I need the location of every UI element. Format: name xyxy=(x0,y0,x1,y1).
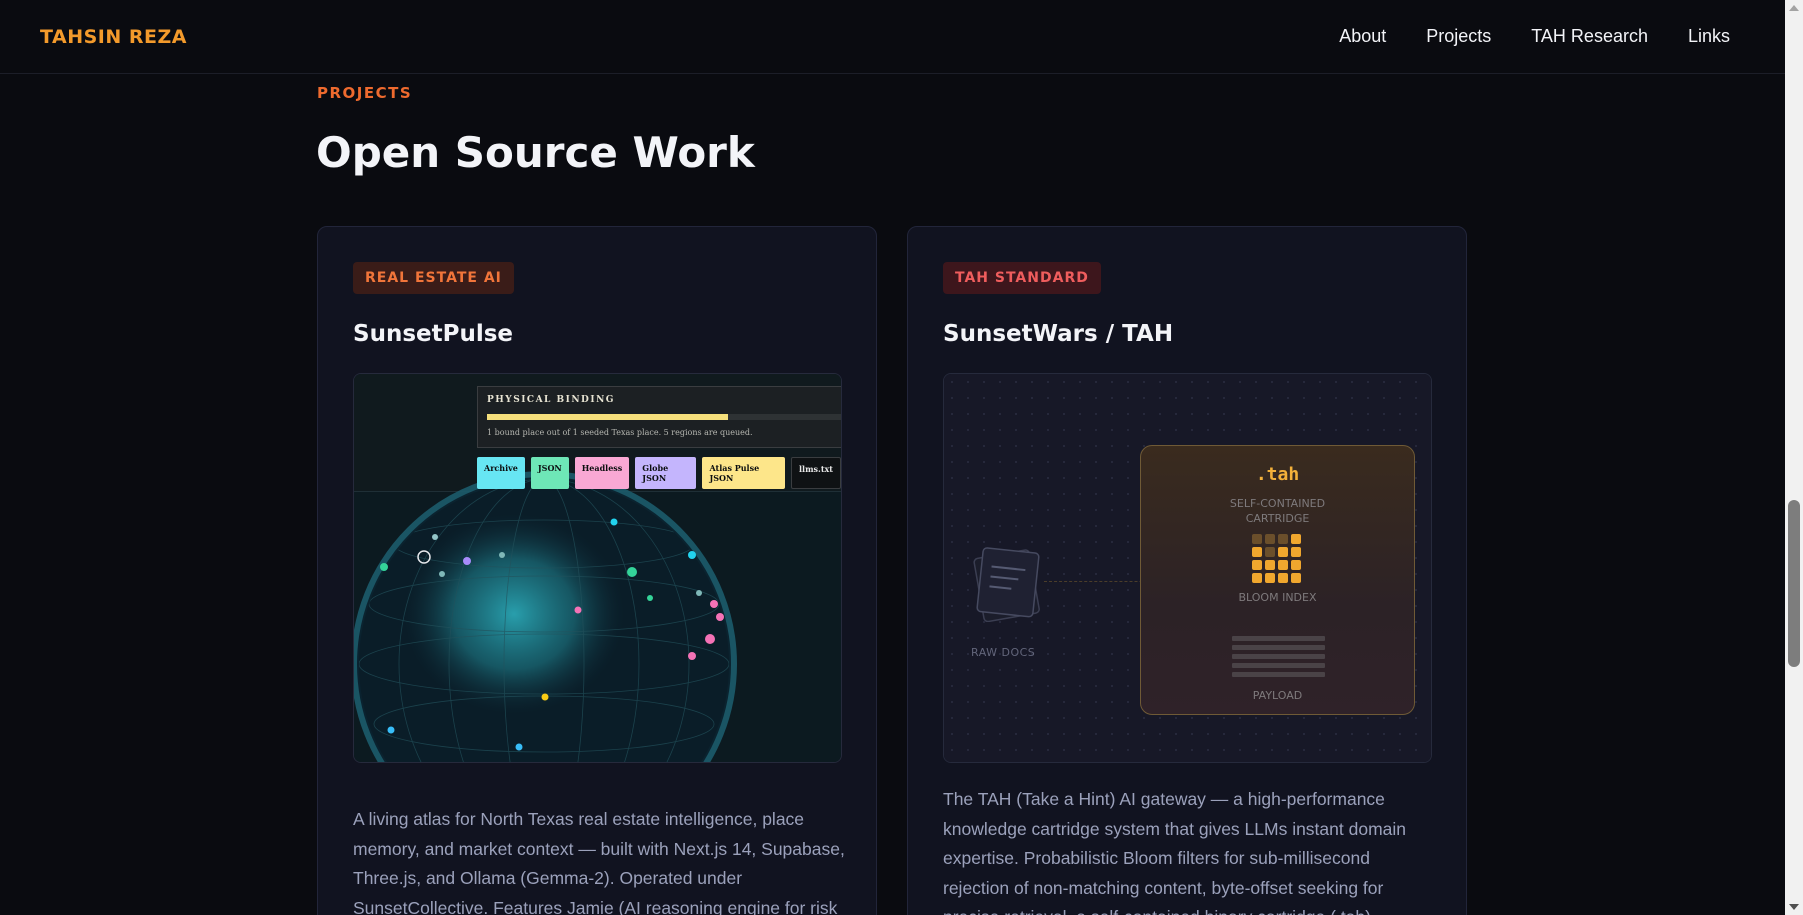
scroll-up-arrow-icon[interactable] xyxy=(1789,5,1799,11)
nav-about-link[interactable]: About xyxy=(1339,26,1386,47)
export-chip-globe-json[interactable]: Globe JSON xyxy=(635,457,697,489)
export-chip-headless[interactable]: Headless xyxy=(574,457,630,489)
panel-note: 1 bound place out of 1 seeded Texas plac… xyxy=(487,428,753,437)
project-preview-image[interactable]: PHYSICAL BINDING 1 bound place out of 1 … xyxy=(353,373,842,763)
export-chip-archive[interactable]: Archive xyxy=(477,457,525,489)
export-chips: Archive JSON Headless Globe JSON Atlas Pulse… xyxy=(477,457,841,489)
scroll-down-arrow-icon[interactable] xyxy=(1789,904,1799,910)
tah-cartridge: .tah SELF-CONTAINED CARTRIDGE BLOOM INDE… xyxy=(1140,445,1415,715)
project-card-sunsetwars-tah[interactable]: TAH STANDARD SunsetWars / TAH RAW DOCS .… xyxy=(907,226,1467,915)
project-description: A living atlas for North Texas real esta… xyxy=(353,809,845,915)
export-chip-json[interactable]: JSON xyxy=(530,457,569,489)
physical-binding-panel: PHYSICAL BINDING 1 bound place out of 1 … xyxy=(477,386,841,448)
section-eyebrow: PROJECTS xyxy=(317,84,413,102)
raw-docs-icon xyxy=(973,547,1040,622)
nav-projects-link[interactable]: Projects xyxy=(1426,26,1491,47)
bloom-index-grid xyxy=(1252,534,1301,583)
brand-logo[interactable]: TAHSIN REZA xyxy=(40,26,187,48)
export-chip-llms-txt[interactable]: llms.txt xyxy=(791,457,841,489)
section-title: Open Source Work xyxy=(316,128,755,177)
nav-links-link[interactable]: Links xyxy=(1688,26,1730,47)
payload-label: PAYLOAD xyxy=(1252,689,1303,702)
binding-progress-fill xyxy=(487,414,728,420)
main-nav: About Projects TAH Research Links xyxy=(1339,26,1730,47)
category-badge: REAL ESTATE AI xyxy=(353,262,514,294)
raw-docs-label: RAW DOCS xyxy=(971,646,1036,659)
nav-tah-research-link[interactable]: TAH Research xyxy=(1531,26,1648,47)
project-title[interactable]: SunsetPulse xyxy=(353,321,513,347)
page-scrollbar[interactable] xyxy=(1785,0,1803,915)
scrollbar-thumb[interactable] xyxy=(1788,500,1800,667)
binding-progress-bar xyxy=(487,414,841,420)
bloom-index-label: BLOOM INDEX xyxy=(1238,591,1317,604)
project-card-sunsetpulse[interactable]: REAL ESTATE AI SunsetPulse PHYSICAL BIND… xyxy=(317,226,877,915)
panel-title: PHYSICAL BINDING xyxy=(487,395,615,405)
project-preview-diagram[interactable]: RAW DOCS .tah SELF-CONTAINED CARTRIDGE B… xyxy=(943,373,1432,763)
project-description: The TAH (Take a Hint) AI gateway — a hig… xyxy=(943,789,1407,915)
category-badge: TAH STANDARD xyxy=(943,262,1101,294)
export-chip-atlas-pulse-json[interactable]: Atlas Pulse JSON xyxy=(702,457,785,489)
payload-lines xyxy=(1232,636,1325,681)
project-title[interactable]: SunsetWars / TAH xyxy=(943,321,1173,347)
cartridge-subtitle: SELF-CONTAINED CARTRIDGE xyxy=(1229,497,1326,525)
cartridge-extension: .tah xyxy=(1255,464,1300,485)
top-navbar: TAHSIN REZA About Projects TAH Research … xyxy=(0,0,1785,74)
